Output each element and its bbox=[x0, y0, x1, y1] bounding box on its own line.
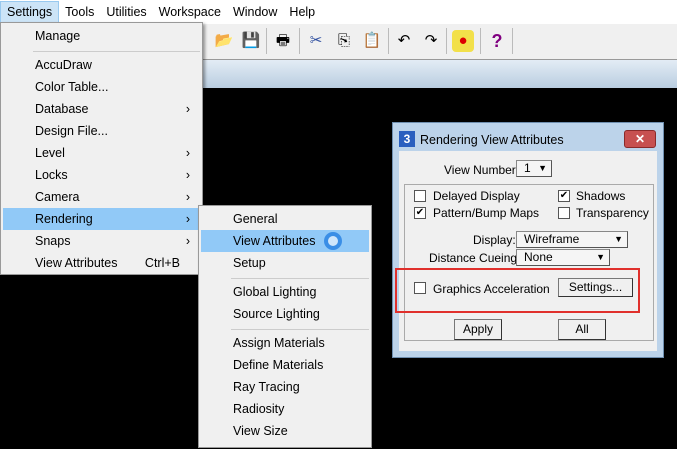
submenu-item-general[interactable]: General bbox=[201, 208, 369, 230]
rendering-submenu: General View Attributes Setup Global Lig… bbox=[198, 205, 372, 448]
settings-menu: Manage AccuDraw Color Table... Database ›… bbox=[0, 22, 203, 275]
menu-item-label: Color Table... bbox=[35, 80, 109, 94]
menu-item-label: Design File... bbox=[35, 124, 108, 138]
transparency-label: Transparency bbox=[576, 206, 649, 220]
chevron-down-icon: ▼ bbox=[614, 234, 623, 244]
menu-item-label: View Attributes bbox=[35, 256, 118, 270]
submenu-item-define-materials[interactable]: Define Materials bbox=[201, 354, 369, 376]
distance-cueing-dropdown[interactable]: None ▼ bbox=[516, 249, 610, 266]
view-number-label: View Number: bbox=[444, 163, 520, 177]
chevron-right-icon: › bbox=[185, 234, 190, 248]
cut-icon[interactable]: ✂ bbox=[305, 30, 327, 52]
dropdown-value: None bbox=[524, 250, 553, 264]
print-icon[interactable]: 🖶 bbox=[272, 30, 294, 52]
menu-item-label: Rendering bbox=[35, 212, 93, 226]
menu-bar: Settings Tools Utilities Workspace Windo… bbox=[0, 0, 677, 24]
menu-item-label: Snaps bbox=[35, 234, 71, 248]
menu-item-manage[interactable]: Manage bbox=[3, 25, 200, 47]
redo-icon[interactable]: ↷ bbox=[420, 30, 442, 52]
undo-icon[interactable]: ↶ bbox=[393, 30, 415, 52]
dialog-body: View Number: 1 ▼ Delayed Display ✔ Shadow… bbox=[399, 151, 657, 351]
submenu-item-assign-materials[interactable]: Assign Materials bbox=[201, 332, 369, 354]
submenu-item-radiosity[interactable]: Radiosity bbox=[201, 398, 369, 420]
chevron-right-icon: › bbox=[185, 212, 190, 226]
menu-window[interactable]: Window bbox=[227, 1, 283, 23]
chevron-down-icon: ▼ bbox=[596, 252, 605, 262]
delayed-display-label: Delayed Display bbox=[433, 189, 520, 203]
dropdown-value: Wireframe bbox=[524, 232, 580, 246]
toolbar-separator bbox=[480, 28, 481, 54]
display-dropdown[interactable]: Wireframe ▼ bbox=[516, 231, 628, 248]
delayed-display-checkbox[interactable] bbox=[414, 190, 426, 202]
app-logo-icon: 3 bbox=[399, 131, 415, 147]
chevron-right-icon: › bbox=[185, 190, 190, 204]
menu-item-design-file[interactable]: Design File... bbox=[3, 120, 200, 142]
menu-help[interactable]: Help bbox=[283, 1, 321, 23]
toolbar-separator bbox=[266, 28, 267, 54]
dialog-title: Rendering View Attributes bbox=[420, 133, 564, 147]
menu-separator bbox=[231, 278, 369, 279]
copy-icon[interactable]: ⎘ bbox=[333, 30, 355, 52]
dropdown-value: 1 bbox=[524, 161, 531, 175]
menu-separator bbox=[231, 329, 369, 330]
menu-item-camera[interactable]: Camera › bbox=[3, 186, 200, 208]
menu-item-view-attributes[interactable]: View Attributes Ctrl+B bbox=[3, 252, 200, 274]
apply-button[interactable]: Apply bbox=[454, 319, 502, 340]
pattern-bump-checkbox[interactable]: ✔ bbox=[414, 207, 426, 219]
toolbar-separator bbox=[446, 28, 447, 54]
distance-cueing-label: Distance Cueing: bbox=[429, 251, 521, 265]
menu-item-label: Manage bbox=[35, 29, 81, 43]
view-number-dropdown[interactable]: 1 ▼ bbox=[516, 160, 552, 177]
save-icon[interactable]: 💾 bbox=[240, 30, 262, 52]
toolbar-separator bbox=[512, 28, 513, 54]
close-button[interactable]: ✕ bbox=[624, 130, 656, 148]
pattern-bump-label: Pattern/Bump Maps bbox=[433, 206, 540, 220]
menu-separator bbox=[33, 51, 200, 52]
submenu-item-setup[interactable]: Setup bbox=[201, 252, 369, 274]
menu-item-label: AccuDraw bbox=[35, 58, 92, 72]
menu-item-label: Level bbox=[35, 146, 65, 160]
menu-item-snaps[interactable]: Snaps › bbox=[3, 230, 200, 252]
menu-item-database[interactable]: Database › bbox=[3, 98, 200, 120]
menu-utilities[interactable]: Utilities bbox=[100, 1, 152, 23]
toolbar-separator bbox=[388, 28, 389, 54]
menu-workspace[interactable]: Workspace bbox=[153, 1, 227, 23]
render-icon[interactable]: ● bbox=[452, 30, 474, 52]
menu-item-rendering[interactable]: Rendering › bbox=[3, 208, 200, 230]
toolbar-separator bbox=[299, 28, 300, 54]
menu-item-label: Database bbox=[35, 102, 89, 116]
shadows-checkbox[interactable]: ✔ bbox=[558, 190, 570, 202]
chevron-right-icon: › bbox=[185, 102, 190, 116]
display-label: Display: bbox=[473, 233, 516, 247]
open-folder-icon[interactable]: 📂 bbox=[213, 30, 235, 52]
transparency-checkbox[interactable] bbox=[558, 207, 570, 219]
menu-item-label: Camera bbox=[35, 190, 80, 204]
submenu-item-ray-tracing[interactable]: Ray Tracing bbox=[201, 376, 369, 398]
chevron-down-icon: ▼ bbox=[538, 163, 547, 173]
submenu-item-view-size[interactable]: View Size bbox=[201, 420, 369, 442]
chevron-right-icon: › bbox=[185, 168, 190, 182]
menu-item-label: Locks bbox=[35, 168, 68, 182]
chevron-right-icon: › bbox=[185, 146, 190, 160]
submenu-item-global-lighting[interactable]: Global Lighting bbox=[201, 281, 369, 303]
shadows-label: Shadows bbox=[576, 189, 626, 203]
cursor-click-indicator bbox=[324, 232, 342, 250]
menu-item-locks[interactable]: Locks › bbox=[3, 164, 200, 186]
highlight-annotation-box bbox=[395, 268, 640, 313]
help-icon[interactable]: ? bbox=[486, 30, 508, 52]
menu-item-level[interactable]: Level › bbox=[3, 142, 200, 164]
menu-item-label: View Attributes bbox=[233, 234, 316, 248]
menu-item-color-table[interactable]: Color Table... bbox=[3, 76, 200, 98]
shortcut-label: Ctrl+B bbox=[144, 256, 180, 270]
submenu-item-view-attributes[interactable]: View Attributes bbox=[201, 230, 369, 252]
paste-icon[interactable]: 📋 bbox=[361, 30, 383, 52]
submenu-item-source-lighting[interactable]: Source Lighting bbox=[201, 303, 369, 325]
menu-item-accudraw[interactable]: AccuDraw bbox=[3, 54, 200, 76]
rendering-view-attributes-dialog: 3 Rendering View Attributes ✕ View Numbe… bbox=[392, 122, 664, 358]
menu-tools[interactable]: Tools bbox=[59, 1, 100, 23]
all-button[interactable]: All bbox=[558, 319, 606, 340]
menu-settings[interactable]: Settings bbox=[0, 1, 60, 23]
